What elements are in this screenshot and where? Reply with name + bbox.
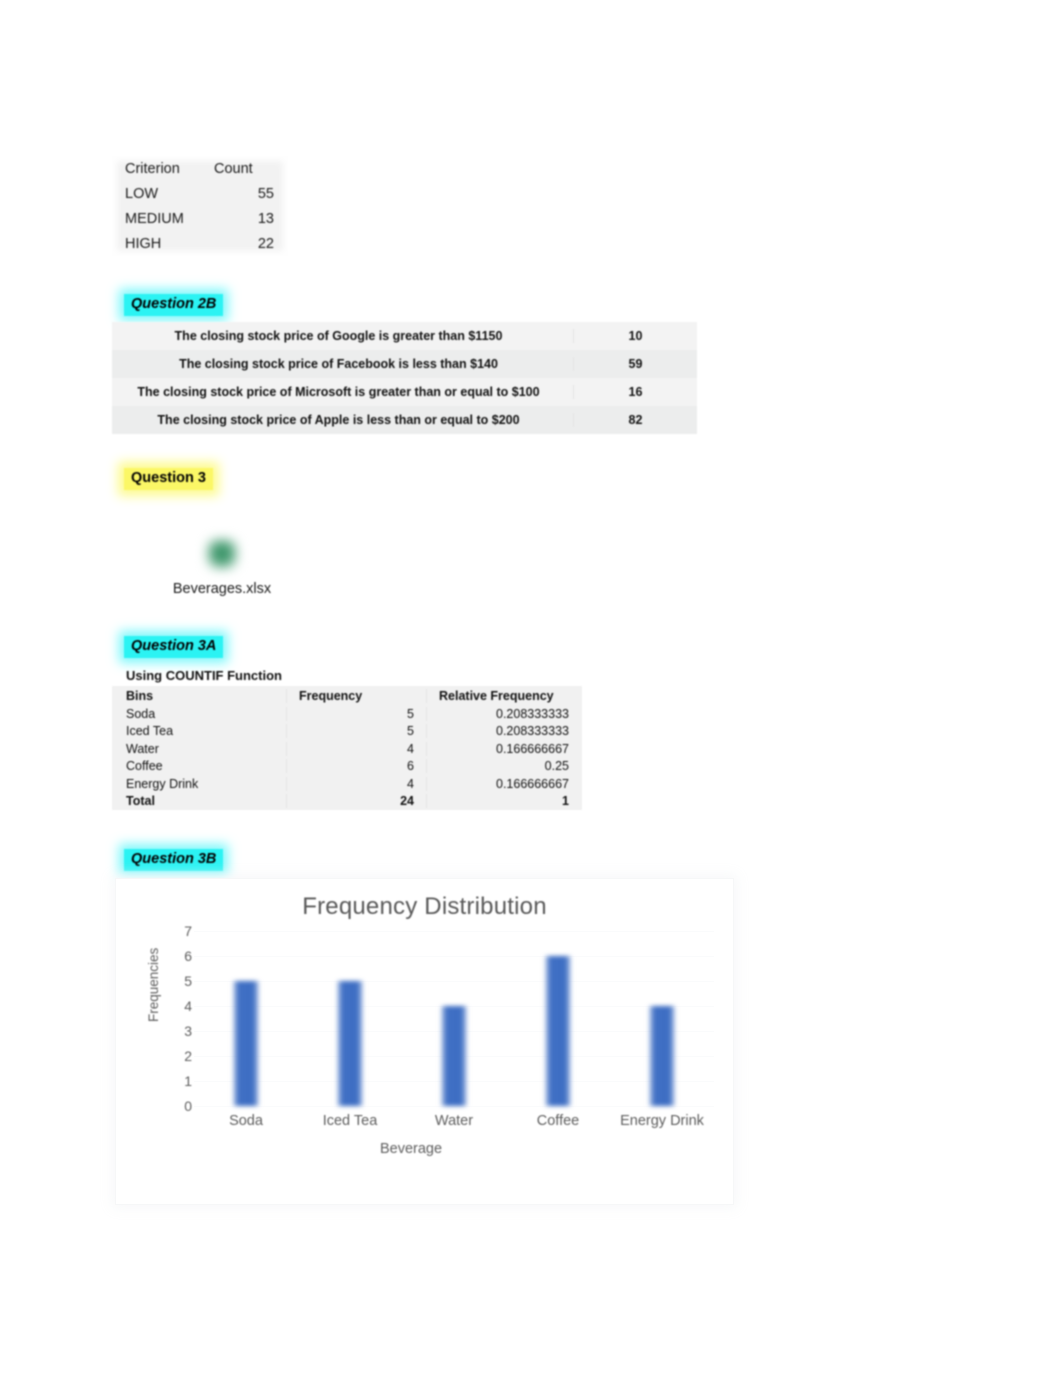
- chart-x-axis-ticks: Soda Iced Tea Water Coffee Energy Drink: [194, 1113, 714, 1129]
- section-heading-question-2b: Question 2B: [124, 294, 224, 317]
- table-row: HIGH 22: [112, 231, 288, 256]
- chart-y-axis-ticks: 7 6 5 4 3 2 1 0: [166, 923, 192, 1114]
- column-header-bins: Bins: [112, 688, 287, 703]
- column-header-frequency: Frequency: [287, 688, 427, 703]
- x-axis-tick-label: Energy Drink: [620, 1113, 704, 1129]
- x-axis-tick-label: Soda: [229, 1113, 263, 1129]
- cell-bin: Iced Tea: [112, 724, 287, 739]
- cell-frequency: 6: [287, 759, 427, 774]
- excel-file-icon-glyph: [207, 539, 237, 569]
- y-axis-tick: 5: [184, 973, 192, 989]
- y-axis-tick: 2: [184, 1048, 192, 1064]
- cell-criterion: MEDIUM: [125, 210, 184, 227]
- excel-file-icon[interactable]: [147, 530, 297, 578]
- y-axis-tick: 4: [184, 998, 192, 1014]
- y-axis-tick: 7: [184, 923, 192, 939]
- chart-x-axis-label: Beverage: [379, 1141, 443, 1157]
- cell-criterion: LOW: [125, 185, 159, 202]
- cell-statement: The closing stock price of Facebook is l…: [112, 357, 574, 371]
- cell-statement: The closing stock price of Microsoft is …: [112, 385, 574, 399]
- section-heading-question-3b: Question 3B: [124, 849, 224, 872]
- embedded-file-object[interactable]: Beverages.xlsx: [147, 530, 297, 597]
- table-row: MEDIUM 13: [112, 206, 288, 231]
- table-row: The closing stock price of Facebook is l…: [112, 350, 697, 378]
- bar-slot: [298, 931, 402, 1106]
- chart-bars: [194, 931, 714, 1106]
- chart-y-axis-label: Frequencies: [146, 947, 161, 1022]
- gridline: [194, 1106, 714, 1107]
- cell-count: 82: [628, 413, 643, 427]
- table-header-row: Bins Frequency Relative Frequency: [112, 686, 582, 705]
- stock-price-statement-table: The closing stock price of Google is gre…: [112, 322, 697, 434]
- cell-frequency: 4: [287, 741, 427, 756]
- frequency-table-caption: Using COUNTIF Function: [126, 668, 282, 683]
- cell-count: 13: [257, 210, 274, 227]
- cell-count: 22: [257, 235, 274, 252]
- cell-relative-frequency: 0.208333333: [496, 706, 569, 721]
- cell-relative-frequency: 0.25: [544, 759, 569, 774]
- frequency-distribution-chart[interactable]: Frequency Distribution Frequencies 7 6 5 4 3…: [116, 879, 733, 1204]
- table-row: Coffee 6 0.25: [112, 758, 582, 776]
- cell-count: 55: [257, 185, 274, 202]
- cell-total-label: Total: [112, 794, 287, 809]
- bar-slot: [506, 931, 610, 1106]
- bar-slot: [402, 931, 506, 1106]
- chart-bar[interactable]: [233, 981, 259, 1106]
- table-total-row: Total 24 1: [112, 793, 582, 811]
- bar-slot: [610, 931, 714, 1106]
- cell-bin: Water: [112, 741, 287, 756]
- chart-bar[interactable]: [337, 981, 363, 1106]
- cell-count: 59: [628, 357, 643, 371]
- column-header-criterion: Criterion: [125, 160, 180, 177]
- chart-bar[interactable]: [441, 1006, 467, 1106]
- y-axis-tick: 3: [184, 1023, 192, 1039]
- y-axis-tick: 0: [184, 1098, 192, 1114]
- section-heading-question-3a: Question 3A: [124, 636, 224, 659]
- chart-plot-area: [194, 931, 714, 1107]
- chart-title: Frequency Distribution: [302, 893, 547, 920]
- x-axis-tick-label: Iced Tea: [322, 1113, 378, 1129]
- cell-total-relative-frequency: 1: [562, 794, 569, 809]
- cell-bin: Coffee: [112, 759, 287, 774]
- table-row: Iced Tea 5 0.208333333: [112, 723, 582, 741]
- y-axis-tick: 1: [184, 1073, 192, 1089]
- column-header-count: Count: [214, 160, 253, 177]
- section-heading-question-3: Question 3: [124, 468, 213, 491]
- table-header-row: Criterion Count: [112, 156, 288, 181]
- frequency-table: Bins Frequency Relative Frequency Soda 5…: [112, 686, 582, 810]
- table-row: Soda 5 0.208333333: [112, 705, 582, 723]
- cell-criterion: HIGH: [125, 235, 162, 252]
- column-header-relative-frequency: Relative Frequency: [439, 688, 554, 703]
- cell-frequency: 5: [287, 724, 427, 739]
- cell-bin: Energy Drink: [112, 776, 287, 791]
- cell-bin: Soda: [112, 706, 287, 721]
- table-row: The closing stock price of Apple is less…: [112, 406, 697, 434]
- table-row: The closing stock price of Google is gre…: [112, 322, 697, 350]
- cell-count: 10: [628, 329, 643, 343]
- criterion-count-table: Criterion Count LOW 55 MEDIUM 13 HIGH 22: [112, 156, 288, 256]
- cell-relative-frequency: 0.166666667: [496, 776, 569, 791]
- cell-relative-frequency: 0.208333333: [496, 724, 569, 739]
- bar-slot: [194, 931, 298, 1106]
- table-row: Water 4 0.166666667: [112, 740, 582, 758]
- table-row: Energy Drink 4 0.166666667: [112, 775, 582, 793]
- y-axis-tick: 6: [184, 948, 192, 964]
- x-axis-tick-label: Water: [434, 1113, 474, 1129]
- x-axis-tick-label: Coffee: [536, 1113, 580, 1129]
- cell-statement: The closing stock price of Apple is less…: [112, 413, 574, 427]
- cell-frequency: 5: [287, 706, 427, 721]
- table-row: The closing stock price of Microsoft is …: [112, 378, 697, 406]
- cell-relative-frequency: 0.166666667: [496, 741, 569, 756]
- cell-frequency: 4: [287, 776, 427, 791]
- cell-count: 16: [628, 385, 643, 399]
- embedded-file-name: Beverages.xlsx: [172, 581, 272, 597]
- table-row: LOW 55: [112, 181, 288, 206]
- frequency-distribution-block: Using COUNTIF Function Bins Frequency Re…: [112, 668, 582, 810]
- chart-bar[interactable]: [545, 956, 571, 1106]
- chart-bar[interactable]: [649, 1006, 675, 1106]
- cell-statement: The closing stock price of Google is gre…: [112, 329, 574, 343]
- cell-total-frequency: 24: [287, 794, 427, 809]
